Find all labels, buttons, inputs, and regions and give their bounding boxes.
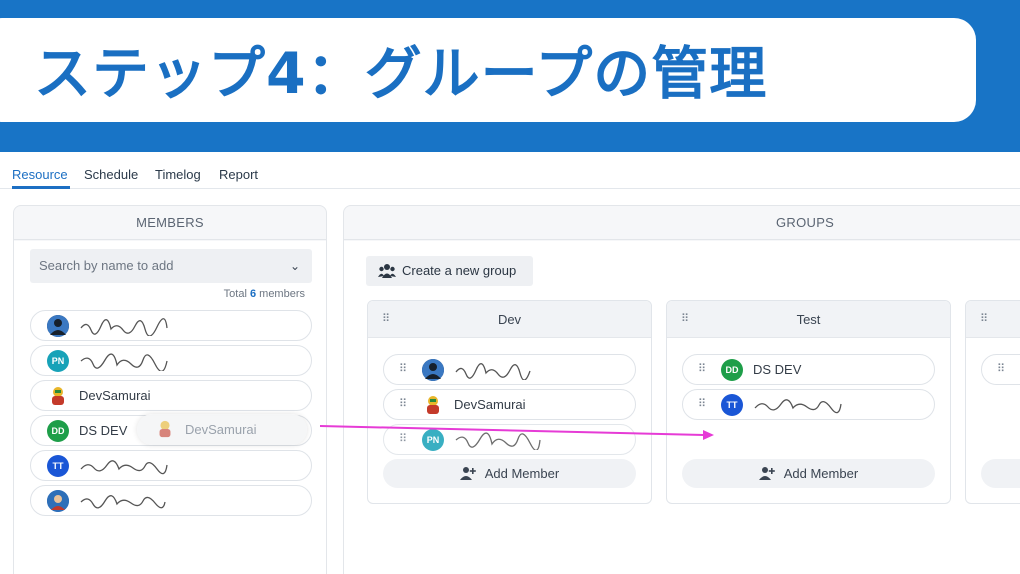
drag-arrow-annotation xyxy=(319,425,714,440)
banner: ステップ4：グループの管理 xyxy=(0,0,1020,150)
app-window: Resource Schedule Timelog Report MEMBERS… xyxy=(0,152,1020,574)
banner-title: ステップ4：グループの管理 xyxy=(34,41,768,107)
